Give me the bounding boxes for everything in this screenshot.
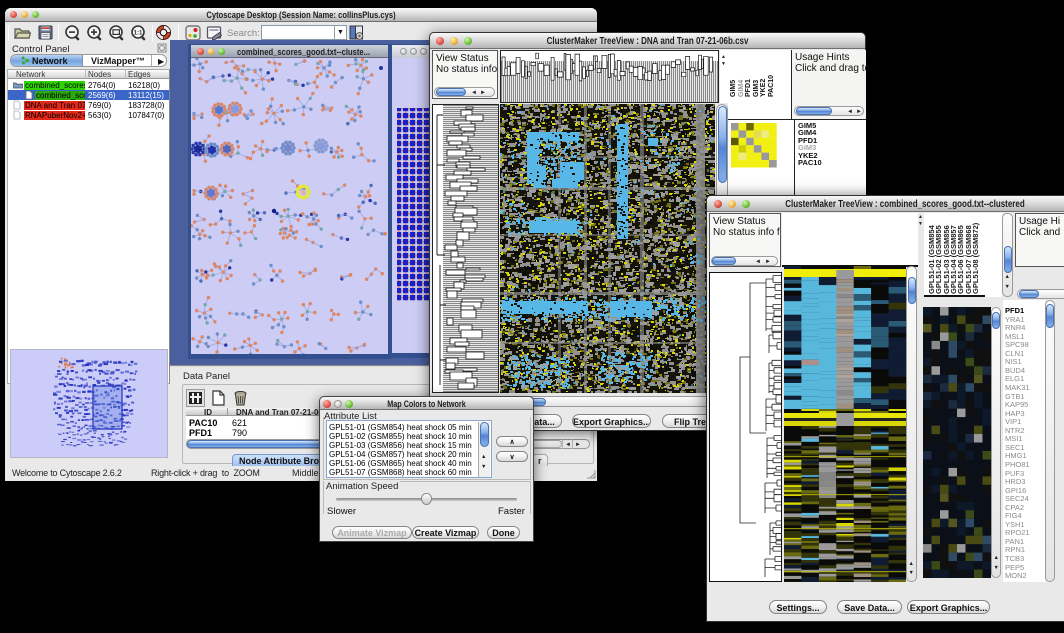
svg-text:1:1: 1:1 [134,31,143,37]
